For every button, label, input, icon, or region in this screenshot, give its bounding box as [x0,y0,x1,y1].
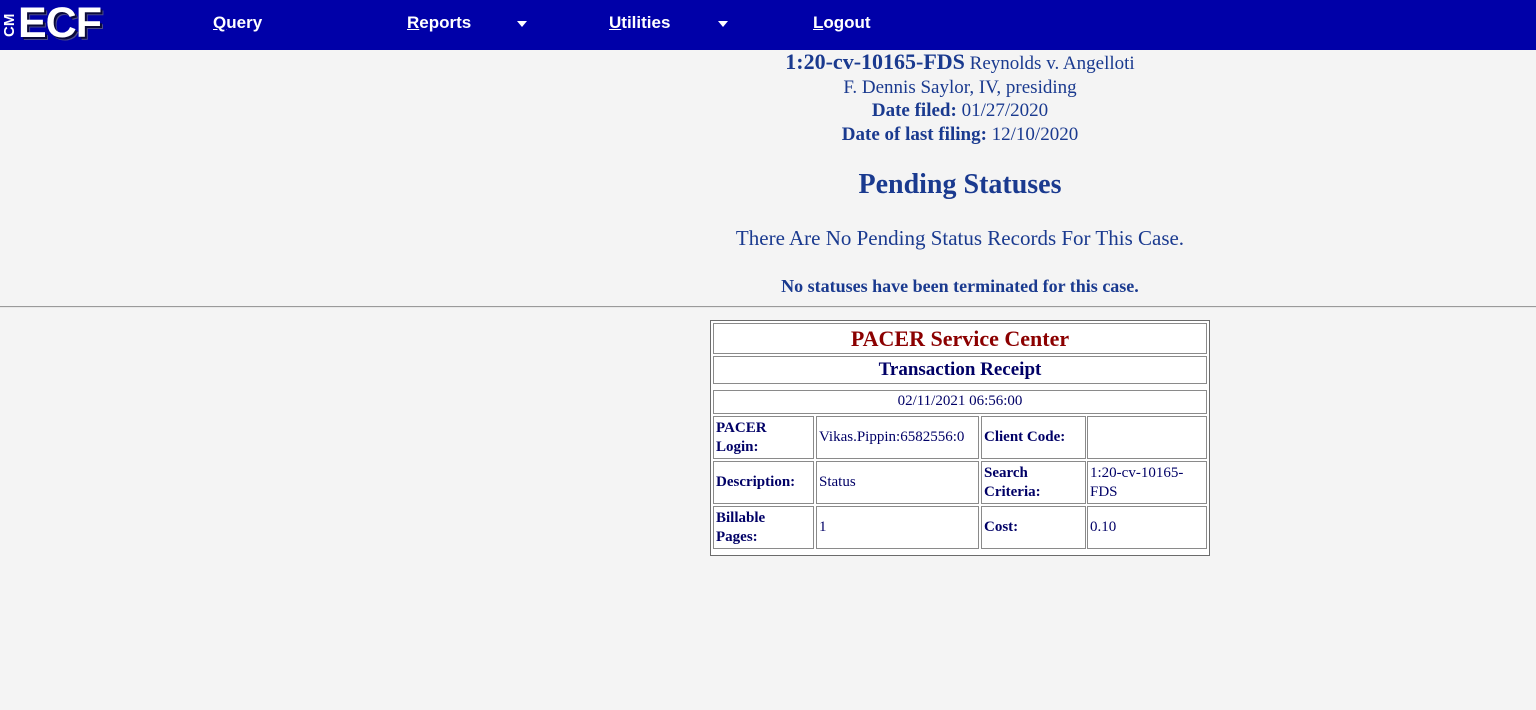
search-criteria-value-line2: FDS [1090,483,1118,500]
receipt-timestamp: 02/11/2021 06:56:00 [897,393,1023,409]
billable-pages-value: 1 [819,519,827,535]
nav-utilities-label: tilities [621,13,671,32]
nav-query-label: uery [226,13,263,32]
description-value: Status [819,474,856,490]
cost-label-cell: Cost: [981,506,1086,549]
description-value-cell: Status [816,461,979,504]
description-label-cell: Description: [713,461,814,504]
receipt-title-row: Transaction Receipt [713,356,1207,384]
page-title: Pending Statuses [858,169,1062,200]
client-code-label: Client Code: [984,429,1066,445]
date-filed-value: 01/27/2020 [956,100,1049,121]
date-filed-line: Date filed: 01/27/2020 [660,99,1260,123]
service-center-header: PACER Service Center [713,323,1207,354]
login-label-line2: Login: [716,438,759,455]
login-value: Vikas.Pippin:6582556:0 [819,429,965,445]
nav-query[interactable]: Query [213,0,262,48]
nav-reports-label: eports [419,13,472,32]
cmecf-logo[interactable]: CM ECF [0,0,118,48]
client-code-label-cell: Client Code: [981,416,1086,459]
nav-logout[interactable]: Logout [813,0,871,48]
horizontal-divider [0,306,1536,308]
date-filed-label: Date filed: [871,100,957,121]
login-value-cell: Vikas.Pippin:6582556:0 [816,416,979,459]
cost-value-cell: 0.10 [1087,506,1207,549]
billable-pages-label-line2: Pages: [716,528,758,545]
nav-reports-accel: R [407,13,420,32]
last-filing-value: 12/10/2020 [986,123,1079,145]
timestamp-row: 02/11/2021 06:56:00 [713,390,1207,414]
logo-ecf-text: ECF [18,0,102,47]
search-criteria-value-cell: 1:20-cv-10165- FDS [1087,461,1207,504]
client-code-value-cell [1087,416,1207,459]
logo-cm-text: CM [1,13,18,37]
nav-utilities-accel: U [609,13,622,32]
reports-dropdown-caret-icon[interactable] [517,21,527,27]
nav-reports[interactable]: Reports [407,0,471,48]
case-title: Reynolds v. Angelloti [964,53,1135,74]
no-pending-message: There Are No Pending Status Records For … [735,226,1185,250]
cost-value: 0.10 [1090,519,1117,535]
search-criteria-label-line1: Search [984,464,1028,481]
case-number: 1:20-cv-10165-FDS [785,49,965,74]
nav-logout-label: ogout [823,13,871,32]
receipt-title: Transaction Receipt [878,359,1042,380]
nav-query-accel: Q [213,13,227,32]
billable-pages-value-cell: 1 [816,506,979,549]
transaction-receipt-table: PACER Service Center Transaction Receipt… [710,320,1210,556]
case-title-line: 1:20-cv-10165-FDS Reynolds v. Angelloti [660,50,1260,76]
no-terminated-message: No statuses have been terminated for thi… [781,276,1139,296]
utilities-dropdown-caret-icon[interactable] [718,21,728,27]
cost-label: Cost: [984,519,1019,535]
nav-logout-accel: L [813,13,824,32]
login-label-cell: PACER Login: [713,416,814,459]
service-center-title: PACER Service Center [850,326,1070,351]
billable-pages-label-cell: Billable Pages: [713,506,814,549]
search-criteria-label-line2: Criteria: [984,483,1041,500]
last-filing-label: Date of last filing: [841,123,987,145]
last-filing-line: Date of last filing: 12/10/2020 [660,123,1260,147]
top-nav-bar: CM ECF Query Reports Utilities Logout [0,0,1536,50]
login-label-line1: PACER [716,419,767,436]
description-label: Description: [716,474,796,490]
nav-utilities[interactable]: Utilities [609,0,670,48]
search-criteria-value-line1: 1:20-cv-10165- [1090,464,1184,481]
search-criteria-label-cell: Search Criteria: [981,461,1086,504]
billable-pages-label-line1: Billable [716,509,766,526]
presiding-judge: F. Dennis Saylor, IV, presiding [843,76,1077,98]
case-header: 1:20-cv-10165-FDS Reynolds v. Angelloti … [660,50,1260,146]
